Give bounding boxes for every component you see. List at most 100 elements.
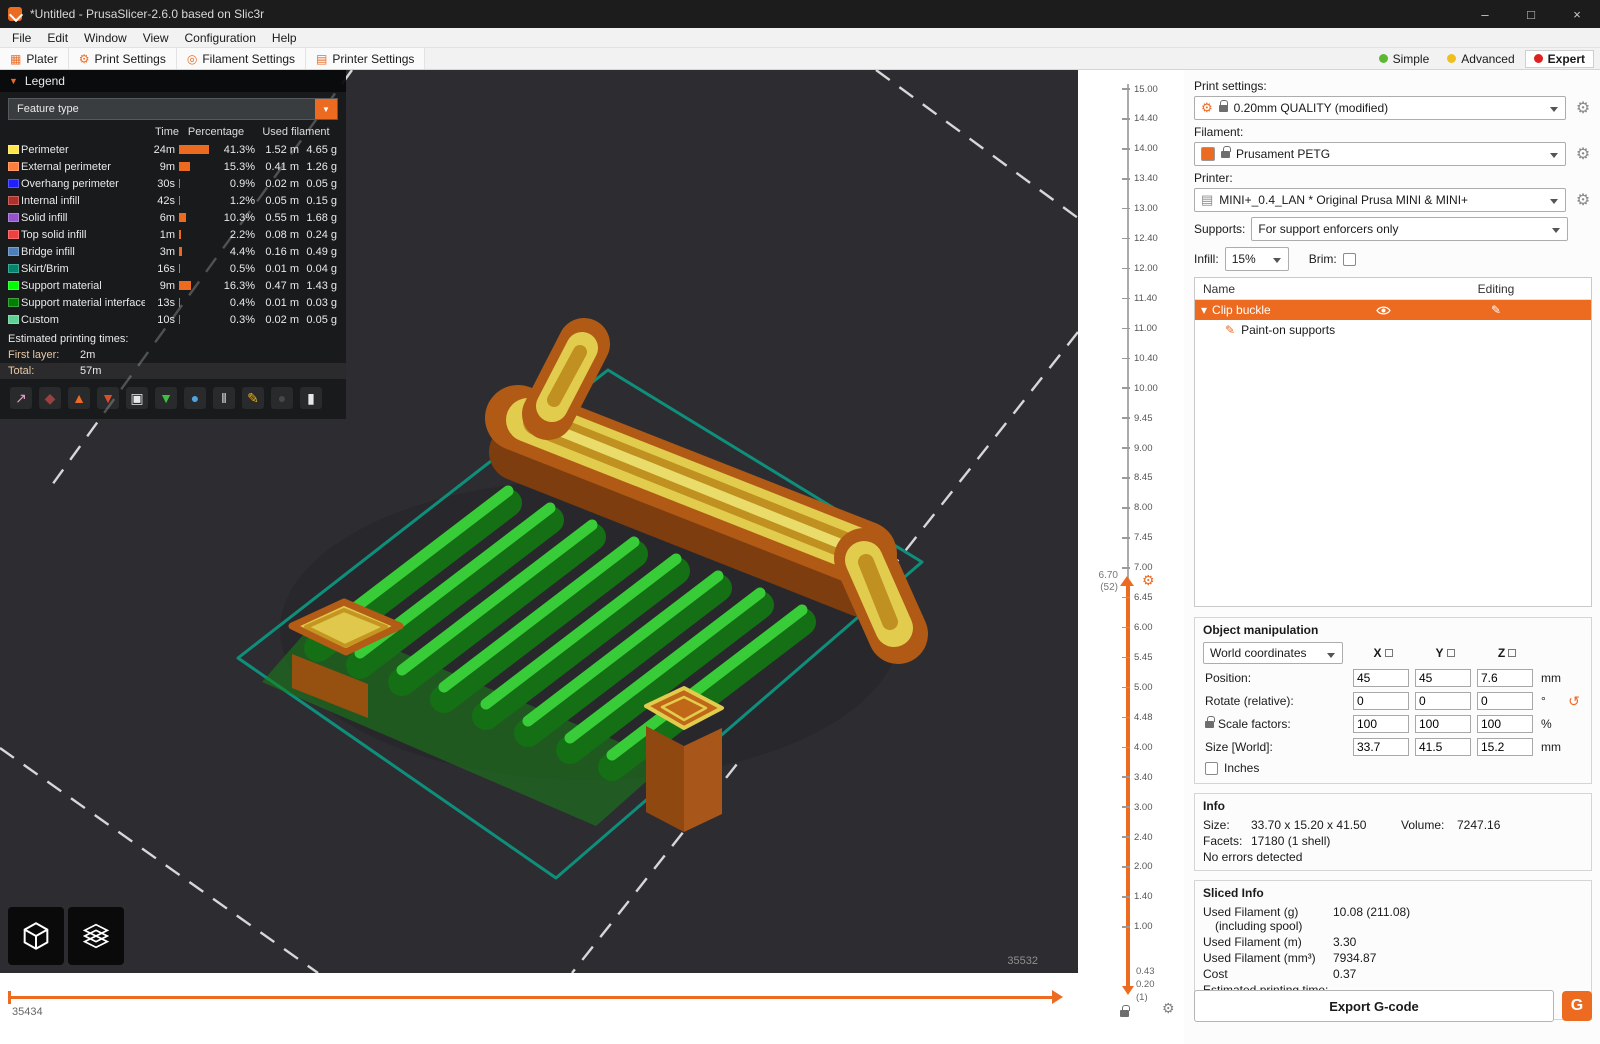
retractions-toggle-icon[interactable]: ▲ [68, 387, 90, 409]
tab-label: Plater [26, 52, 57, 66]
feature-percentage-bar [179, 315, 213, 324]
x-value-input[interactable] [1353, 692, 1409, 710]
printer-icon: ▤ [316, 52, 327, 66]
y-value-input[interactable] [1415, 669, 1471, 687]
profile-gear-icon: ⚙ [1201, 100, 1213, 116]
color-changes-toggle-icon[interactable]: ● [184, 387, 206, 409]
z-value-input[interactable] [1477, 738, 1533, 756]
edit-print-settings-gear-icon[interactable]: ⚙ [1574, 98, 1592, 118]
gcode-file-icon[interactable]: G [1562, 991, 1592, 1021]
menu-item[interactable]: Window [76, 31, 135, 45]
inches-checkbox[interactable] [1205, 762, 1218, 775]
tab-printer-settings[interactable]: ▤ Printer Settings [306, 48, 425, 69]
percentage-bar-fill [179, 247, 182, 256]
feature-time: 9m [145, 280, 179, 292]
maximize-button[interactable]: □ [1508, 0, 1554, 28]
custom-gcodes-toggle-icon[interactable]: ✎ [242, 387, 264, 409]
feature-time: 6m [145, 212, 179, 224]
first-layer-value: 2m [80, 349, 95, 361]
deretractions-toggle-icon[interactable]: ▼ [97, 387, 119, 409]
mode-expert-button[interactable]: Expert [1525, 50, 1594, 68]
brim-checkbox[interactable] [1343, 253, 1356, 266]
layer-slider-bottom-arrow-icon[interactable] [1122, 986, 1134, 995]
info-title: Info [1203, 799, 1583, 813]
y-value-input[interactable] [1415, 715, 1471, 733]
y-value-input[interactable] [1415, 738, 1471, 756]
unretractions-toggle-icon[interactable]: ▼ [155, 387, 177, 409]
y-value-input[interactable] [1415, 692, 1471, 710]
x-value-input[interactable] [1353, 669, 1409, 687]
supports-value: For support enforcers only [1258, 222, 1398, 236]
menu-item[interactable]: View [135, 31, 177, 45]
feature-percentage-bar [179, 230, 213, 239]
minimize-button[interactable]: – [1462, 0, 1508, 28]
shells-toggle-icon[interactable]: ● [271, 387, 293, 409]
close-button[interactable]: × [1554, 0, 1600, 28]
layer-bottom-count: (1) [1136, 992, 1148, 1003]
window-controls: – □ × [1462, 0, 1600, 28]
object-row-selected[interactable]: ▾ Clip buckle ✎ [1195, 300, 1591, 320]
unit-label: mm [1539, 671, 1565, 685]
travels-toggle-icon[interactable]: ↗ [10, 387, 32, 409]
feature-name: Support material interface [21, 297, 145, 309]
wipe-toggle-icon[interactable]: ◆ [39, 387, 61, 409]
move-slider-track[interactable] [8, 996, 1052, 999]
menu-item[interactable]: Configuration [177, 31, 264, 45]
layer-tick: 5.00 [1122, 682, 1158, 692]
z-value-input[interactable] [1477, 692, 1533, 710]
expand-arrow-icon[interactable]: ▾ [1201, 303, 1207, 317]
feature-type-select[interactable]: Feature type ▼ [8, 98, 338, 120]
legend-header[interactable]: ▼ Legend [0, 70, 346, 92]
tab-filament-settings[interactable]: ◎ Filament Settings [177, 48, 306, 69]
visibility-eye-icon[interactable] [1376, 305, 1391, 316]
layer-actions-gear-icon[interactable]: ⚙ [1142, 572, 1155, 589]
tab-print-settings[interactable]: ⚙ Print Settings [69, 48, 177, 69]
editor-view-thumbnail[interactable] [8, 907, 64, 965]
x-value-input[interactable] [1353, 715, 1409, 733]
supports-select[interactable]: For support enforcers only [1251, 217, 1568, 241]
pause-prints-toggle-icon[interactable]: ‖ [213, 387, 235, 409]
preview-view-thumbnail[interactable] [68, 907, 124, 965]
feature-used-meters: 0.05 m [255, 195, 299, 207]
tool-marker-toggle-icon[interactable]: ▮ [300, 387, 322, 409]
edit-filament-gear-icon[interactable]: ⚙ [1574, 144, 1592, 164]
feature-percentage: 0.4% [215, 297, 255, 309]
layer-tick: 12.00 [1122, 264, 1158, 274]
volume-label: Volume: [1401, 818, 1457, 832]
filament-select[interactable]: Prusament PETG [1194, 142, 1566, 166]
feature-color-swatch [8, 281, 19, 290]
cube-icon [19, 919, 53, 953]
3d-viewport[interactable]: ▼ Legend Feature type ▼ Time Percentage … [0, 70, 1078, 973]
sliced-info-row: Used Filament (g) (including spool) 10.0… [1203, 905, 1583, 933]
layer-tick: 9.45 [1122, 413, 1158, 423]
reset-rotation-icon[interactable]: ↺ [1567, 693, 1581, 710]
z-value-input[interactable] [1477, 715, 1533, 733]
move-slider-arrow-icon[interactable] [1052, 990, 1063, 1004]
menu-item[interactable]: Help [264, 31, 305, 45]
coordinates-select[interactable]: World coordinates [1203, 642, 1343, 664]
print-settings-select[interactable]: ⚙ 0.20mm QUALITY (modified) [1194, 96, 1566, 120]
mode-advanced-button[interactable]: Advanced [1439, 51, 1522, 67]
x-value-input[interactable] [1353, 738, 1409, 756]
size-value: 33.70 x 15.20 x 41.50 [1251, 818, 1401, 832]
tab-plater[interactable]: ▦ Plater [0, 48, 69, 69]
object-row-paint-on-supports[interactable]: ✎ Paint-on supports [1195, 320, 1591, 340]
infill-select[interactable]: 15% [1225, 247, 1289, 271]
printer-select[interactable]: ▤ MINI+_0.4_LAN * Original Prusa MINI & … [1194, 188, 1566, 212]
edit-printer-gear-icon[interactable]: ⚙ [1574, 190, 1592, 210]
filament-value: Prusament PETG [1236, 147, 1330, 161]
seams-toggle-icon[interactable]: ▣ [126, 387, 148, 409]
feature-percentage: 0.9% [215, 178, 255, 190]
slider-lock-icon[interactable] [1120, 1004, 1129, 1022]
mode-simple-button[interactable]: Simple [1371, 51, 1438, 67]
first-layer-time-row: First layer: 2m [0, 347, 346, 363]
export-gcode-button[interactable]: Export G-code [1194, 990, 1554, 1022]
object-editing-icon[interactable]: ✎ [1401, 303, 1591, 317]
z-value-input[interactable] [1477, 669, 1533, 687]
slider-settings-gear-icon[interactable]: ⚙ [1162, 1000, 1175, 1017]
menu-item[interactable]: File [4, 31, 39, 45]
layer-slider-handle[interactable] [1120, 576, 1134, 586]
print-settings-icon: ⚙ [79, 52, 90, 66]
menu-item[interactable]: Edit [39, 31, 76, 45]
horizontal-move-slider-area: 35434 [0, 973, 1078, 1044]
